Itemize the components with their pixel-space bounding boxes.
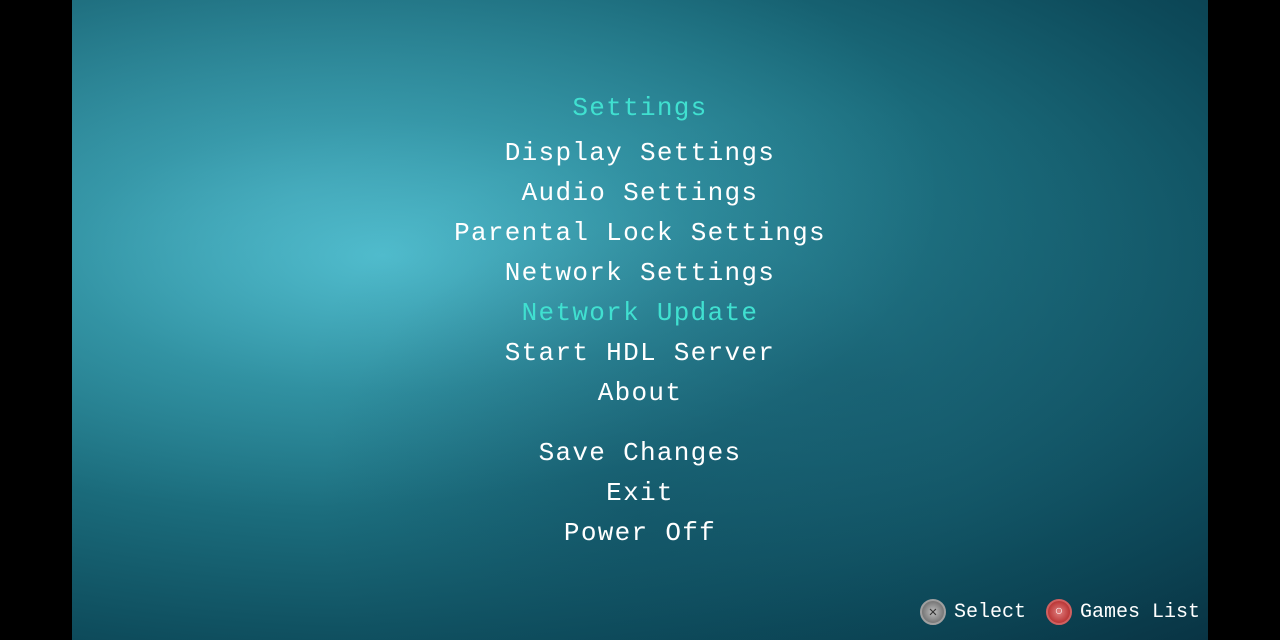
- menu-container: Settings Display Settings Audio Settings…: [454, 88, 826, 553]
- menu-item-start-hdl-server[interactable]: Start HDL Server: [490, 333, 790, 373]
- menu-item-display-settings[interactable]: Display Settings: [490, 133, 790, 173]
- main-screen: Settings Display Settings Audio Settings…: [0, 0, 1280, 640]
- menu-item-about[interactable]: About: [490, 373, 790, 413]
- x-button-icon: ✕: [920, 599, 946, 625]
- menu-item-network-update[interactable]: Network Update: [490, 293, 790, 333]
- games-list-hint: ○ Games List: [1046, 599, 1200, 625]
- menu-item-audio-settings[interactable]: Audio Settings: [490, 173, 790, 213]
- x-icon-symbol: ✕: [929, 604, 937, 621]
- menu-title: Settings: [490, 88, 790, 128]
- games-list-label: Games List: [1080, 601, 1200, 624]
- bottom-controls: ✕ Select ○ Games List: [920, 599, 1200, 625]
- select-hint: ✕ Select: [920, 599, 1026, 625]
- circle-icon-symbol: ○: [1055, 604, 1063, 620]
- menu-item-save-changes[interactable]: Save Changes: [490, 433, 790, 473]
- circle-button-icon: ○: [1046, 599, 1072, 625]
- menu-item-parental-lock[interactable]: Parental Lock Settings: [454, 213, 826, 253]
- menu-item-exit[interactable]: Exit: [490, 473, 790, 513]
- select-label: Select: [954, 601, 1026, 624]
- menu-item-network-settings[interactable]: Network Settings: [490, 253, 790, 293]
- menu-item-power-off[interactable]: Power Off: [490, 513, 790, 553]
